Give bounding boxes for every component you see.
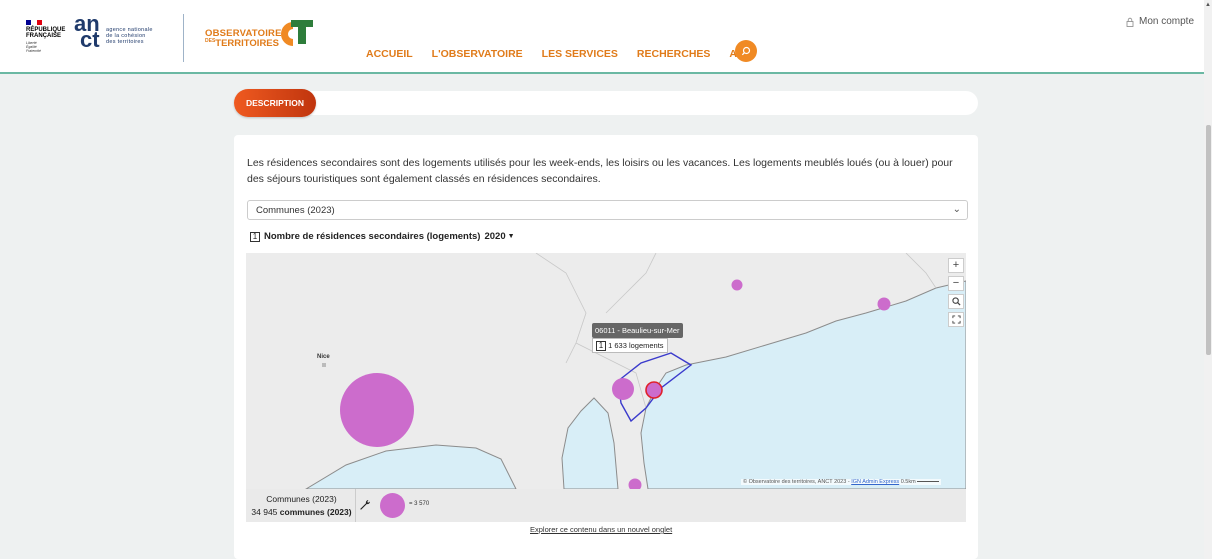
attribution-link[interactable]: IGN Admin Express — [851, 479, 899, 485]
year-dropdown-icon[interactable]: ▼ — [508, 233, 515, 240]
sea-cove — [561, 397, 619, 489]
fullscreen-button[interactable] — [948, 312, 964, 327]
scrollbar-thumb[interactable] — [1206, 125, 1211, 355]
nav-observatoire[interactable]: L'OBSERVATOIRE — [432, 48, 523, 60]
commune-border-1 — [535, 253, 587, 364]
legend-level: Communes (2023) 34 945 communes (2023) — [249, 493, 354, 519]
bubble-south — [628, 478, 642, 489]
site-header: RÉPUBLIQUE FRANÇAISE Liberté Égalité Fra… — [0, 0, 1204, 74]
map-legend — [246, 489, 966, 522]
map-tooltip-title: 06011 - Beaulieu-sur-Mer — [592, 323, 683, 338]
obs-logo-territoires: TERRITOIRES — [215, 38, 279, 49]
wrench-icon[interactable] — [359, 498, 371, 516]
indicator-title[interactable]: 1 Nombre de résidences secondaires (loge… — [250, 231, 515, 242]
nav-services[interactable]: LES SERVICES — [542, 48, 618, 60]
obs-logo-line-2: DESTERRITOIRES — [205, 38, 279, 49]
indicator-label: Nombre de résidences secondaires (logeme… — [264, 231, 481, 242]
main-nav: ACCUEIL L'OBSERVATOIRE LES SERVICES RECH… — [366, 48, 755, 60]
scroll-up-icon[interactable]: ▲ — [1205, 2, 1211, 8]
map-place-label-nice: Nice — [317, 354, 330, 360]
scale-bar — [917, 481, 940, 483]
map-search-button[interactable] — [948, 294, 964, 309]
tooltip-value-text: 1 633 logements — [608, 341, 664, 350]
republique-francaise-logo[interactable]: RÉPUBLIQUE FRANÇAISE Liberté Égalité Fra… — [26, 20, 66, 53]
zoom-in-button[interactable]: + — [948, 258, 964, 273]
tab-description[interactable]: DESCRIPTION — [234, 89, 316, 117]
anct-name-line-3: des territoires — [106, 39, 144, 45]
anct-name: agence nationale de la cohésion des terr… — [106, 27, 153, 45]
search-button[interactable] — [735, 40, 757, 62]
observatoire-ct-mark-icon — [281, 20, 313, 46]
indicator-year[interactable]: 2020 — [484, 231, 505, 242]
attribution-text: © Observatoire des territoires, ANCT 202… — [743, 479, 852, 485]
header-divider — [183, 14, 184, 62]
map-scale: 0.5km — [900, 479, 916, 485]
anct-logo[interactable]: an ct — [74, 13, 104, 52]
map-tooltip-value: 1 1 633 logements — [592, 338, 668, 353]
commune-border-2 — [605, 253, 657, 314]
legend-bubble — [380, 493, 405, 518]
bubble-north-1 — [731, 279, 743, 291]
obs-logo-des: DES — [205, 38, 216, 44]
french-flag-icon — [26, 20, 42, 25]
map-attribution: © Observatoire des territoires, ANCT 202… — [741, 479, 942, 485]
indicator-description: Les résidences secondaires sont des loge… — [247, 157, 953, 185]
zoom-out-button[interactable]: − — [948, 276, 964, 291]
map-canvas[interactable] — [246, 253, 966, 489]
fullscreen-icon — [951, 315, 961, 324]
indicator-number-box: 1 — [250, 231, 260, 242]
sea-east — [640, 280, 966, 489]
republique-line-2: FRANÇAISE — [26, 33, 62, 39]
nav-recherches[interactable]: RECHERCHES — [637, 48, 711, 60]
chevron-down-icon: ⌄ — [952, 204, 961, 215]
bubble-beaulieu-selected — [645, 381, 663, 399]
bubble-north-2 — [877, 297, 891, 311]
search-icon — [951, 297, 961, 306]
map-place-marker — [322, 363, 326, 367]
bubble-villefranche — [612, 378, 634, 400]
observatoire-logo[interactable]: OBSERVATOIRE DESTERRITOIRES — [205, 20, 315, 60]
sea-west-bay — [305, 444, 517, 489]
tab-bar — [234, 91, 978, 115]
tooltip-number-box: 1 — [596, 341, 606, 351]
legend-level-label: Communes (2023) — [266, 494, 337, 504]
nav-accueil[interactable]: ACCUEIL — [366, 48, 413, 60]
legend-count-unit: communes (2023) — [279, 507, 352, 517]
bubble-nice — [340, 373, 414, 447]
territory-level-select[interactable]: Communes (2023) ⌄ — [247, 200, 968, 220]
account-link[interactable]: Mon compte — [1126, 16, 1194, 27]
select-value: Communes (2023) — [256, 205, 335, 216]
legend-divider — [355, 489, 356, 522]
legend-count: 34 945 — [251, 507, 278, 517]
map-svg — [305, 253, 966, 489]
search-icon — [741, 46, 751, 56]
lock-icon — [1126, 17, 1134, 27]
explore-new-tab-link[interactable]: Explorer ce contenu dans un nouvel ongle… — [530, 525, 672, 534]
commune-border-3 — [905, 253, 937, 289]
account-label: Mon compte — [1139, 16, 1195, 27]
legend-bubble-value: = 3 570 — [409, 501, 430, 507]
legend-count-line: 34 945 communes (2023) — [249, 506, 354, 519]
devise-line-3: Fraternité — [26, 49, 41, 53]
